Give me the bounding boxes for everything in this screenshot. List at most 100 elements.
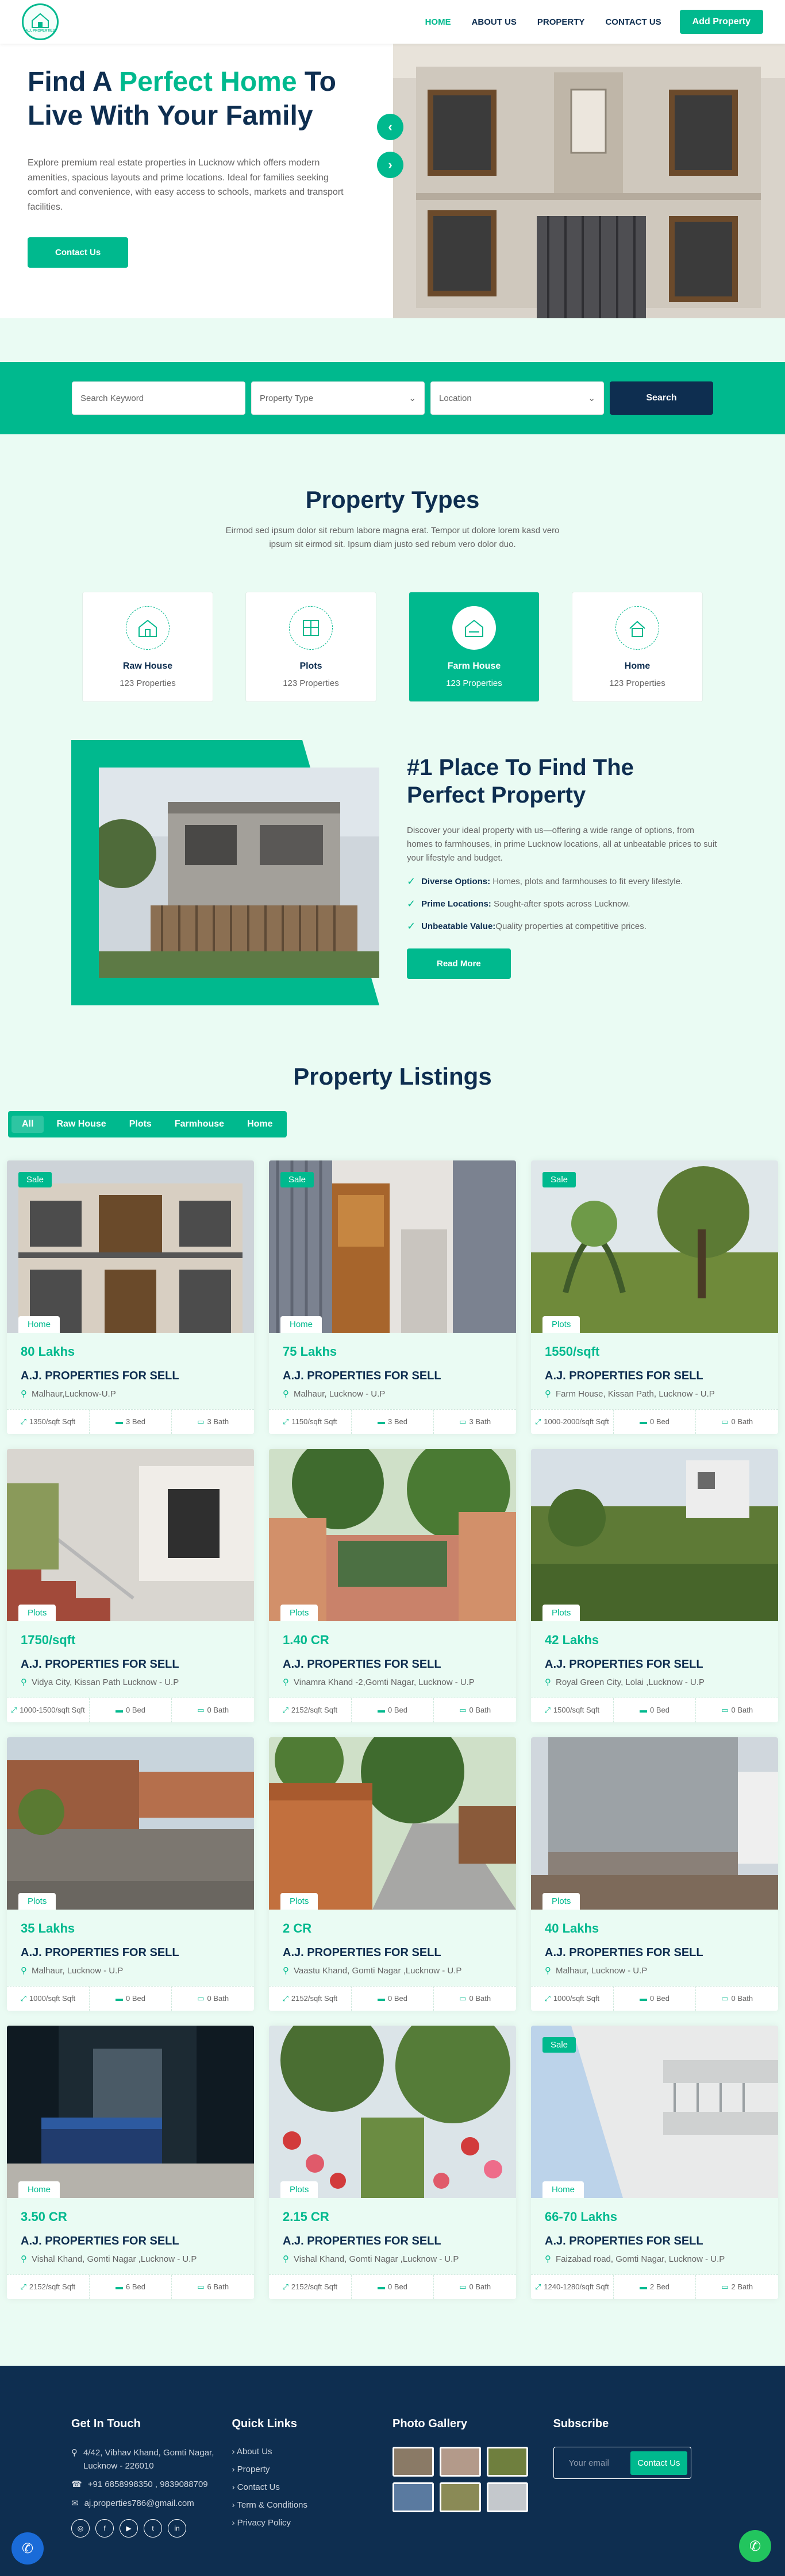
property-card[interactable]: Plots 1750/sqft A.J. PROPERTIES FOR SELL…: [7, 1449, 254, 1722]
whatsapp-float-button[interactable]: ✆: [739, 2530, 771, 2562]
property-area: ⤢ 1000-2000/sqft Sqft: [531, 1410, 614, 1434]
property-photo[interactable]: Sale Home: [269, 1160, 516, 1333]
property-photo[interactable]: Sale Plots: [531, 1160, 778, 1333]
footer-links-title: Quick Links: [232, 2417, 297, 2430]
call-float-button[interactable]: ✆: [11, 2532, 44, 2565]
property-card[interactable]: Sale Home 66-70 Lakhs A.J. PROPERTIES FO…: [531, 2026, 778, 2299]
type-card-farm-house[interactable]: Farm House 123 Properties: [409, 592, 540, 702]
property-title[interactable]: A.J. PROPERTIES FOR SELL: [21, 1946, 240, 1960]
location-select[interactable]: Location ⌄: [430, 381, 604, 415]
property-card[interactable]: Plots 40 Lakhs A.J. PROPERTIES FOR SELL …: [531, 1737, 778, 2011]
linkedin-icon[interactable]: in: [168, 2519, 186, 2538]
filter-tab-home[interactable]: Home: [237, 1116, 283, 1133]
property-title[interactable]: A.J. PROPERTIES FOR SELL: [545, 1658, 764, 1671]
footer-link-contact[interactable]: Contact Us: [232, 2482, 393, 2492]
footer-link-privacy[interactable]: Privacy Policy: [232, 2518, 393, 2528]
site-logo[interactable]: A.J. PROPERTIES: [22, 3, 59, 40]
footer-gallery: Photo Gallery: [392, 2417, 553, 2576]
youtube-icon[interactable]: ▶: [120, 2519, 138, 2538]
nav-link-property[interactable]: PROPERTY: [537, 17, 585, 27]
property-title[interactable]: A.J. PROPERTIES FOR SELL: [283, 1658, 502, 1671]
bath-icon: ▭: [197, 1417, 205, 1426]
property-title[interactable]: A.J. PROPERTIES FOR SELL: [21, 2235, 240, 2248]
filter-tab-farmhouse[interactable]: Farmhouse: [164, 1116, 234, 1133]
search-keyword-input[interactable]: Search Keyword: [72, 381, 245, 415]
nav-link-about[interactable]: ABOUT US: [472, 17, 517, 27]
filter-tab-plots[interactable]: Plots: [119, 1116, 162, 1133]
property-title[interactable]: A.J. PROPERTIES FOR SELL: [21, 1658, 240, 1671]
property-card[interactable]: Plots 2 CR A.J. PROPERTIES FOR SELL ⚲ Vaa…: [269, 1737, 516, 2011]
read-more-button[interactable]: Read More: [407, 948, 511, 979]
property-info: 80 Lakhs A.J. PROPERTIES FOR SELL ⚲ Malha…: [7, 1333, 254, 1409]
facebook-icon[interactable]: f: [95, 2519, 114, 2538]
property-area: ⤢ 2152/sqft Sqft: [269, 2275, 352, 2299]
carousel-next-button[interactable]: ›: [377, 152, 403, 178]
search-button[interactable]: Search: [610, 381, 713, 415]
subscribe-button[interactable]: Contact Us: [630, 2451, 687, 2475]
twitter-icon[interactable]: t: [144, 2519, 162, 2538]
property-beds: ▬ 0 Bed: [614, 1410, 697, 1434]
property-card[interactable]: Sale Home 80 Lakhs A.J. PROPERTIES FOR S…: [7, 1160, 254, 1434]
gallery-thumb[interactable]: [392, 2447, 434, 2477]
footer-email[interactable]: ✉ aj.properties786@gmail.com: [71, 2497, 232, 2511]
type-card-raw-house[interactable]: Raw House 123 Properties: [82, 592, 213, 702]
gallery-thumb[interactable]: [440, 2447, 481, 2477]
subscribe-email-input[interactable]: Your email: [557, 2458, 631, 2468]
property-photo[interactable]: Plots: [7, 1737, 254, 1910]
property-photo[interactable]: Plots: [531, 1737, 778, 1910]
nav-link-contact[interactable]: CONTACT US: [605, 17, 661, 27]
property-title[interactable]: A.J. PROPERTIES FOR SELL: [545, 2235, 764, 2248]
property-photo[interactable]: Plots: [269, 2026, 516, 2198]
property-area-text: 1500/sqft Sqft: [553, 1706, 600, 1714]
location-pin-icon: ⚲: [71, 2448, 78, 2458]
property-title[interactable]: A.J. PROPERTIES FOR SELL: [21, 1370, 240, 1383]
property-baths-text: 3 Bath: [207, 1417, 229, 1426]
property-types-list: Raw House 123 Properties Plots 123 Prope…: [0, 592, 785, 702]
property-photo[interactable]: Plots: [269, 1449, 516, 1621]
type-card-plots[interactable]: Plots 123 Properties: [245, 592, 376, 702]
add-property-button[interactable]: Add Property: [679, 10, 763, 34]
property-photo[interactable]: Plots: [7, 1449, 254, 1621]
property-card[interactable]: Plots 35 Lakhs A.J. PROPERTIES FOR SELL …: [7, 1737, 254, 2011]
property-photo[interactable]: Home: [7, 2026, 254, 2198]
property-area: ⤢ 1000/sqft Sqft: [531, 1987, 614, 2011]
footer-link-terms[interactable]: Term & Conditions: [232, 2500, 393, 2510]
ruler-icon: ⤢: [544, 1994, 551, 2003]
carousel-prev-button[interactable]: ‹: [377, 114, 403, 140]
filter-tab-raw-house[interactable]: Raw House: [46, 1116, 116, 1133]
footer-link-property[interactable]: Property: [232, 2465, 393, 2474]
property-photo[interactable]: Plots: [531, 1449, 778, 1621]
property-photo[interactable]: Sale Home: [531, 2026, 778, 2198]
gallery-thumb[interactable]: [392, 2482, 434, 2512]
property-title[interactable]: A.J. PROPERTIES FOR SELL: [283, 1370, 502, 1383]
property-card[interactable]: Plots 42 Lakhs A.J. PROPERTIES FOR SELL …: [531, 1449, 778, 1722]
property-type-select[interactable]: Property Type ⌄: [251, 381, 425, 415]
gallery-thumb[interactable]: [440, 2482, 481, 2512]
property-title[interactable]: A.J. PROPERTIES FOR SELL: [283, 2235, 502, 2248]
property-card[interactable]: Plots 1.40 CR A.J. PROPERTIES FOR SELL ⚲…: [269, 1449, 516, 1722]
property-title[interactable]: A.J. PROPERTIES FOR SELL: [545, 1370, 764, 1383]
instagram-icon[interactable]: ◎: [71, 2519, 90, 2538]
bath-icon: ▭: [197, 1994, 205, 2003]
property-baths: ▭ 0 Bath: [434, 1987, 516, 2011]
contact-us-button[interactable]: Contact Us: [28, 237, 129, 268]
location-pin-icon: ⚲: [545, 1966, 551, 1976]
property-card[interactable]: Home 3.50 CR A.J. PROPERTIES FOR SELL ⚲ V…: [7, 2026, 254, 2299]
gallery-thumb[interactable]: [487, 2482, 528, 2512]
nav-link-home[interactable]: HOME: [425, 17, 451, 27]
hero-title: Find A Perfect Home To Live With Your Fa…: [28, 65, 365, 133]
property-photo[interactable]: Plots: [269, 1737, 516, 1910]
property-photo[interactable]: Sale Home: [7, 1160, 254, 1333]
property-card[interactable]: Plots 2.15 CR A.J. PROPERTIES FOR SELL ⚲…: [269, 2026, 516, 2299]
footer-link-about[interactable]: About Us: [232, 2447, 393, 2457]
type-card-home[interactable]: Home 123 Properties: [572, 592, 703, 702]
property-card[interactable]: Sale Plots 1550/sqft A.J. PROPERTIES FOR…: [531, 1160, 778, 1434]
gallery-thumb[interactable]: [487, 2447, 528, 2477]
property-card[interactable]: Sale Home 75 Lakhs A.J. PROPERTIES FOR S…: [269, 1160, 516, 1434]
filter-tab-all[interactable]: All: [11, 1116, 44, 1133]
property-baths-text: 0 Bath: [469, 1994, 491, 2003]
property-title[interactable]: A.J. PROPERTIES FOR SELL: [283, 1946, 502, 1960]
property-price: 1550/sqft: [545, 1344, 600, 1359]
property-title[interactable]: A.J. PROPERTIES FOR SELL: [545, 1946, 764, 1960]
footer-phone[interactable]: ☎ +91 6858998350 , 9839088709: [71, 2478, 232, 2492]
